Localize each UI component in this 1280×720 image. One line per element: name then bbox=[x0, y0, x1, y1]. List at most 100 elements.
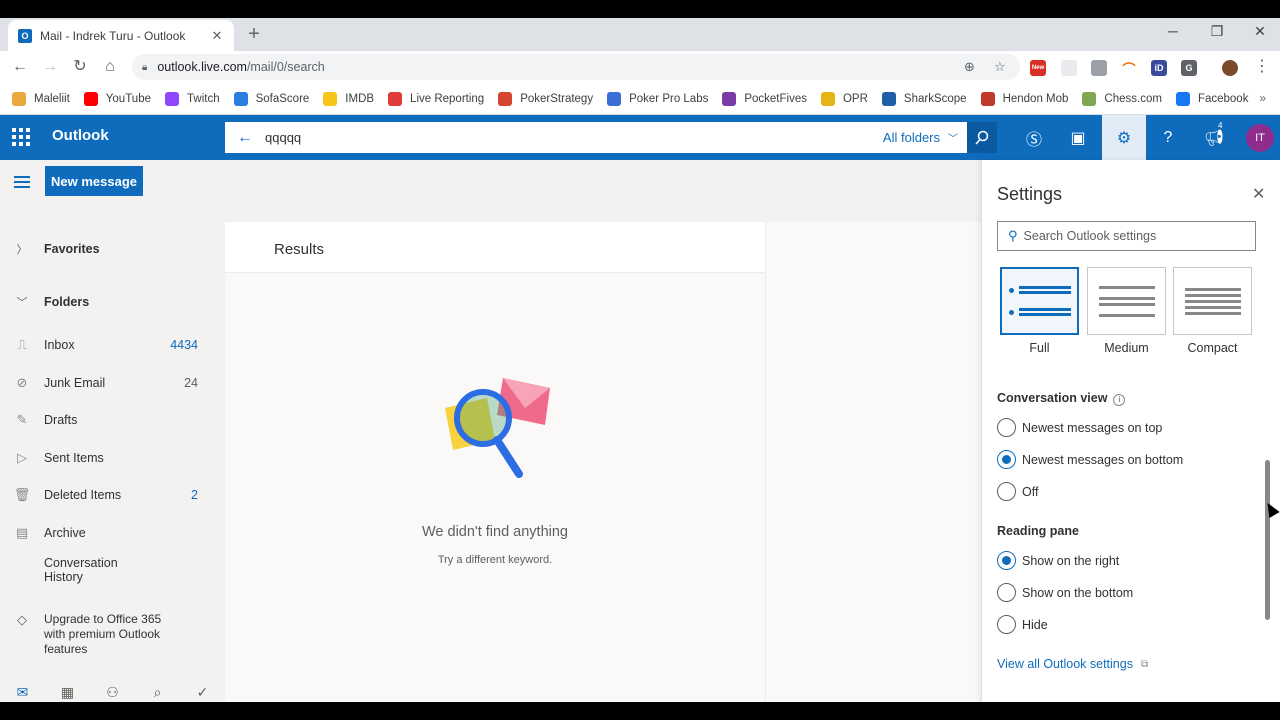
bookmark-favicon-icon bbox=[388, 91, 403, 106]
bookmark-item[interactable]: SofaScore bbox=[233, 91, 310, 106]
browser-tab[interactable]: O Mail - Indrek Turu - Outlook ✕ bbox=[8, 20, 234, 51]
bookmark-favicon-icon bbox=[83, 91, 98, 106]
folder-conversation-history[interactable]: Conversation History bbox=[0, 556, 225, 584]
settings-search-input[interactable]: ⚲ Search Outlook settings bbox=[997, 221, 1256, 251]
radio-circle bbox=[997, 583, 1016, 602]
settings-scrollbar[interactable] bbox=[1263, 280, 1271, 640]
folder-label: Sent Items bbox=[44, 450, 104, 465]
settings-gear-icon[interactable]: ⚙ bbox=[1102, 115, 1146, 160]
minimize-icon[interactable]: ─ bbox=[1163, 23, 1183, 39]
folders-section[interactable]: ﹀ Folders bbox=[0, 288, 225, 316]
mail-icon[interactable]: ✉ bbox=[0, 684, 45, 702]
search-button[interactable] bbox=[967, 122, 997, 153]
bookmark-label: PocketFives bbox=[744, 92, 807, 105]
view-all-settings-link[interactable]: View all Outlook settings ⧉ bbox=[997, 657, 1148, 671]
app-launcher-icon[interactable] bbox=[12, 128, 30, 146]
back-icon[interactable]: ← bbox=[10, 57, 30, 77]
my-day-icon[interactable]: ▣ bbox=[1056, 115, 1100, 160]
bookmark-item[interactable]: Live Reporting bbox=[388, 91, 484, 106]
bookmarks-overflow-icon[interactable]: » bbox=[1259, 91, 1266, 105]
density-compact-preview bbox=[1173, 267, 1252, 335]
restore-icon[interactable]: ❐ bbox=[1207, 23, 1227, 40]
browser-menu-icon[interactable]: ⋮ bbox=[1252, 57, 1272, 77]
bookmark-item[interactable]: Maleliit bbox=[12, 91, 70, 106]
search-back-icon[interactable]: ← bbox=[237, 129, 253, 147]
bookmark-item[interactable]: PocketFives bbox=[722, 91, 807, 106]
account-avatar[interactable]: IT bbox=[1246, 124, 1274, 152]
bookmark-star-icon[interactable]: ☆ bbox=[994, 59, 1006, 75]
radio-show-right[interactable]: Show on the right bbox=[997, 551, 1119, 570]
radio-newest-top[interactable]: Newest messages on top bbox=[997, 418, 1162, 437]
bookmark-item[interactable]: YouTube bbox=[83, 91, 151, 106]
reload-icon[interactable]: ↻ bbox=[70, 57, 90, 77]
profile-avatar-icon[interactable] bbox=[1222, 60, 1238, 76]
radio-newest-bottom[interactable]: Newest messages on bottom bbox=[997, 450, 1183, 469]
bookmark-label: IMDB bbox=[345, 92, 375, 105]
calendar-icon[interactable]: ▦ bbox=[45, 684, 90, 702]
radio-conversation-off[interactable]: Off bbox=[997, 482, 1038, 501]
new-message-button[interactable]: New message bbox=[45, 166, 143, 196]
skype-icon[interactable]: Ⓢ bbox=[1012, 115, 1056, 160]
extension-drive-icon[interactable] bbox=[1091, 60, 1107, 76]
bookmark-favicon-icon bbox=[607, 91, 622, 106]
folder-deleted-items[interactable]: 🗑︎ Deleted Items 2 bbox=[0, 481, 225, 509]
density-compact[interactable]: Compact bbox=[1173, 267, 1252, 355]
notification-count: 4 bbox=[1218, 121, 1223, 130]
extension-new-icon[interactable]: New bbox=[1030, 60, 1046, 76]
chevron-down-icon: ﹀ bbox=[16, 297, 28, 309]
density-full[interactable]: Full bbox=[1000, 267, 1079, 355]
info-icon[interactable]: i bbox=[1113, 393, 1126, 406]
folder-junk-email[interactable]: ⊘ Junk Email 24 bbox=[0, 369, 225, 397]
people-icon[interactable]: ⚇ bbox=[90, 684, 135, 702]
forward-icon[interactable]: → bbox=[40, 57, 60, 77]
bookmark-item[interactable]: Poker Pro Labs bbox=[607, 91, 708, 106]
todo-icon[interactable]: ✓ bbox=[180, 684, 225, 702]
search-icon: ⚲ bbox=[1008, 228, 1018, 243]
radio-hide[interactable]: Hide bbox=[997, 615, 1048, 634]
window-close-icon[interactable]: ✕ bbox=[1250, 23, 1270, 40]
bookmark-item[interactable]: PokerStrategy bbox=[498, 91, 593, 106]
extension-cloud-icon[interactable] bbox=[1061, 60, 1077, 76]
folder-archive[interactable]: ▤ Archive bbox=[0, 519, 225, 547]
bookmark-item[interactable]: Twitch bbox=[165, 91, 220, 106]
install-icon[interactable]: ⊕ bbox=[964, 59, 975, 75]
close-icon[interactable]: ✕ bbox=[1252, 184, 1265, 204]
bookmark-label: SofaScore bbox=[255, 92, 310, 105]
bookmark-item[interactable]: OPR bbox=[820, 91, 868, 106]
scrollbar-thumb[interactable] bbox=[1265, 460, 1270, 620]
outlook-header: Outlook ← qqqqq All folders ﹀ Ⓢ ▣ ⚙ ? 📢︎… bbox=[0, 115, 1280, 160]
search-scope-dropdown[interactable]: All folders bbox=[883, 130, 940, 145]
url-path: /mail/0/search bbox=[246, 60, 325, 74]
search-input[interactable]: qqqqq bbox=[265, 130, 883, 145]
extension-id-icon[interactable]: iD bbox=[1151, 60, 1167, 76]
home-icon[interactable]: ⌂ bbox=[100, 57, 120, 77]
upgrade-promo[interactable]: ◇ Upgrade to Office 365 with premium Out… bbox=[0, 612, 225, 657]
tab-strip: O Mail - Indrek Turu - Outlook ✕ + ─ ❐ ✕ bbox=[0, 18, 1280, 51]
mail-search-box[interactable]: ← qqqqq All folders ﹀ bbox=[225, 122, 968, 153]
bookmark-item[interactable]: Facebook bbox=[1175, 91, 1248, 106]
attachment-icon[interactable]: ⌕ bbox=[135, 684, 180, 702]
app-brand[interactable]: Outlook bbox=[52, 127, 109, 144]
no-results-illustration-icon bbox=[445, 378, 550, 478]
extension-arc-icon[interactable]: ⌒ bbox=[1121, 60, 1137, 77]
bookmark-item[interactable]: Hendon Mob bbox=[980, 91, 1068, 106]
bookmark-item[interactable]: IMDB bbox=[323, 91, 375, 106]
folder-sent-items[interactable]: ▷ Sent Items bbox=[0, 444, 225, 472]
favorites-section[interactable]: 〉 Favorites bbox=[0, 235, 225, 263]
address-bar[interactable]: 🔒︎ outlook.live.com/mail/0/search ⊕ ☆ bbox=[132, 54, 1020, 80]
bookmark-item[interactable]: SharkScope bbox=[881, 91, 967, 106]
extension-g-icon[interactable]: G bbox=[1181, 60, 1197, 76]
new-tab-button[interactable]: + bbox=[244, 24, 264, 44]
close-tab-icon[interactable]: ✕ bbox=[210, 28, 224, 44]
hamburger-menu-icon[interactable] bbox=[14, 176, 30, 191]
folder-drafts[interactable]: ✎ Drafts bbox=[0, 406, 225, 434]
radio-show-bottom[interactable]: Show on the bottom bbox=[997, 583, 1133, 602]
help-icon[interactable]: ? bbox=[1146, 115, 1190, 160]
bookmark-item[interactable]: Chess.com bbox=[1082, 91, 1162, 106]
whats-new-icon[interactable]: 📢︎ 4 bbox=[1192, 115, 1236, 160]
density-medium[interactable]: Medium bbox=[1087, 267, 1166, 355]
bookmark-label: SharkScope bbox=[903, 92, 967, 105]
bookmark-label: Chess.com bbox=[1104, 92, 1162, 105]
folder-inbox[interactable]: ⎍ Inbox 4434 bbox=[0, 331, 225, 359]
chevron-down-icon[interactable]: ﹀ bbox=[948, 130, 958, 145]
